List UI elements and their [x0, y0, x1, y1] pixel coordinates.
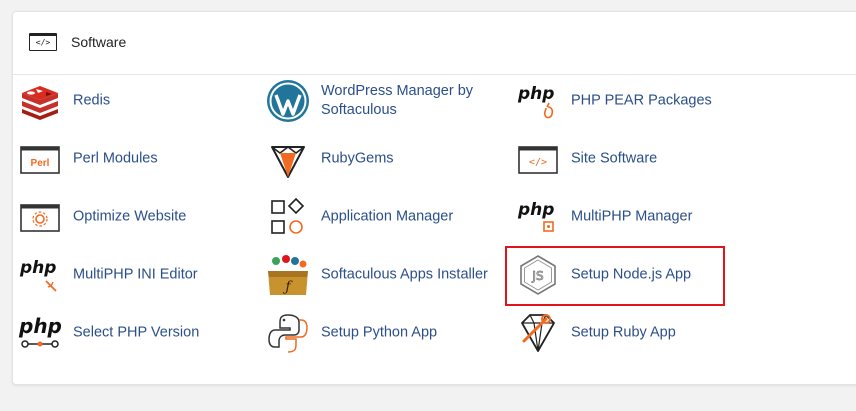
softaculous-label: Softaculous Apps Installer: [321, 266, 488, 283]
wordpress-icon: [267, 80, 309, 122]
multiphp-manager-icon: php: [517, 200, 554, 232]
nodejs-highlight-box: [505, 246, 725, 306]
svg-text:</>: </>: [529, 157, 547, 168]
wordpress-manager-label: WordPress Manager by Softaculous: [321, 83, 474, 118]
panel-title: Software: [71, 34, 127, 50]
setup-ruby-label: Setup Ruby App: [571, 324, 676, 341]
site-software-label: Site Software: [571, 150, 658, 167]
python-icon: [268, 314, 308, 353]
ruby-icon: [521, 314, 555, 352]
setup-python-label: Setup Python App: [321, 324, 438, 341]
svg-text:php: php: [517, 200, 554, 220]
application-manager-icon: [271, 197, 305, 234]
perl-icon: Perl: [20, 146, 60, 174]
multiphp-ini-icon: php: [19, 258, 57, 292]
code-window-icon: </>: [29, 33, 57, 51]
rubygems-icon: [271, 146, 305, 178]
softaculous-icon: ƒ: [268, 255, 308, 295]
site-software-icon: </>: [518, 146, 558, 174]
rubygems-label: RubyGems: [321, 150, 394, 167]
svg-text:php: php: [517, 84, 554, 104]
php-version-icon: php: [18, 314, 62, 348]
panel-header[interactable]: </> Software: [13, 12, 856, 75]
redis-label: Redis: [73, 92, 111, 109]
svg-text:Perl: Perl: [31, 158, 50, 169]
perl-modules-label: Perl Modules: [73, 150, 158, 167]
optimize-website-label: Optimize Website: [73, 208, 187, 225]
php-pear-label: PHP PEAR Packages: [571, 92, 712, 109]
svg-text:php: php: [18, 314, 62, 338]
redis-icon: [22, 86, 58, 120]
php-pear-icon: php: [517, 84, 554, 119]
optimize-website-icon: [20, 204, 60, 232]
application-manager-label: Application Manager: [321, 208, 454, 225]
multiphp-manager-label: MultiPHP Manager: [571, 208, 693, 225]
select-php-version-label: Select PHP Version: [73, 324, 200, 341]
multiphp-ini-editor-label: MultiPHP INI Editor: [73, 266, 198, 283]
svg-text:php: php: [19, 258, 56, 278]
